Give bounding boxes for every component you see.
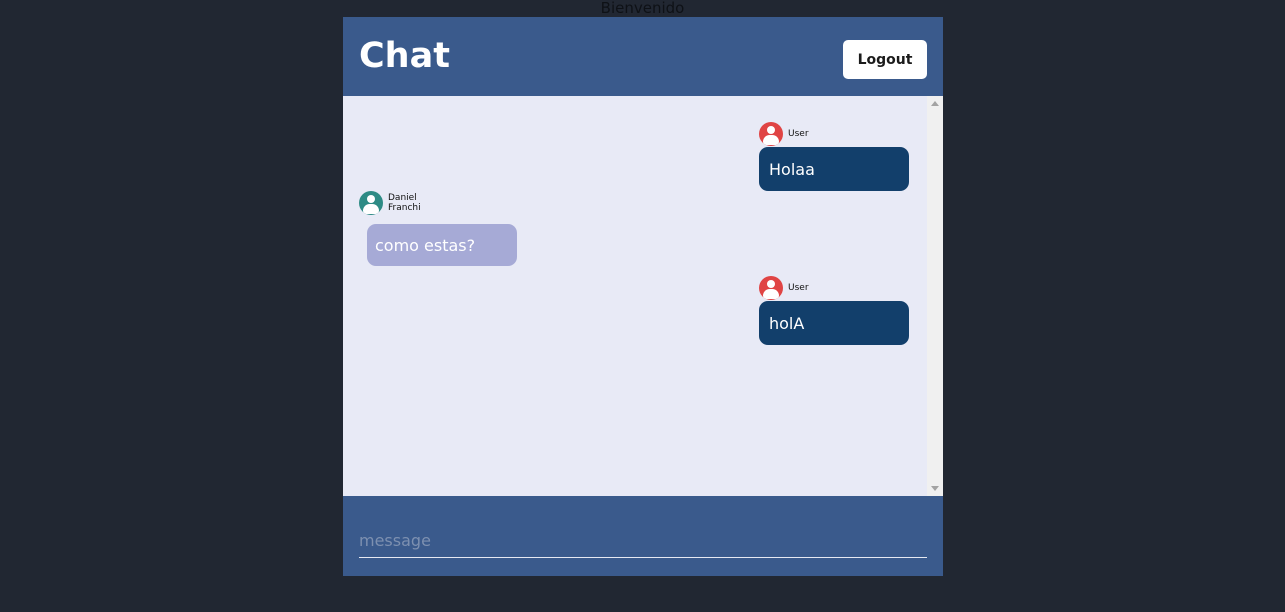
message-input[interactable] xyxy=(359,524,927,558)
chat-header: Chat Logout xyxy=(343,17,943,96)
user-avatar-icon xyxy=(359,191,383,215)
message-list[interactable]: User Holaa Daniel Franchi como estas? Us… xyxy=(343,96,943,496)
chat-window: Chat Logout User Holaa Daniel Franchi co… xyxy=(343,17,943,576)
message-bubble: Holaa xyxy=(759,147,909,191)
logout-button[interactable]: Logout xyxy=(843,40,927,79)
scroll-down-icon[interactable] xyxy=(931,486,939,491)
scroll-up-icon[interactable] xyxy=(931,101,939,106)
message-bubble: como estas? xyxy=(367,224,517,266)
message-header: Daniel Franchi xyxy=(359,191,421,215)
vertical-scrollbar[interactable] xyxy=(927,96,943,496)
user-avatar-icon xyxy=(759,276,783,300)
sender-name: User xyxy=(788,283,809,293)
welcome-caption: Bienvenido xyxy=(600,0,685,17)
sender-name: Daniel Franchi xyxy=(388,193,421,213)
chat-title: Chat xyxy=(359,36,450,76)
sender-name: User xyxy=(788,129,809,139)
message-bubble: holA xyxy=(759,301,909,345)
user-avatar-icon xyxy=(759,122,783,146)
message-header: User xyxy=(759,276,809,300)
message-header: User xyxy=(759,122,809,146)
composer-bar xyxy=(343,496,943,576)
